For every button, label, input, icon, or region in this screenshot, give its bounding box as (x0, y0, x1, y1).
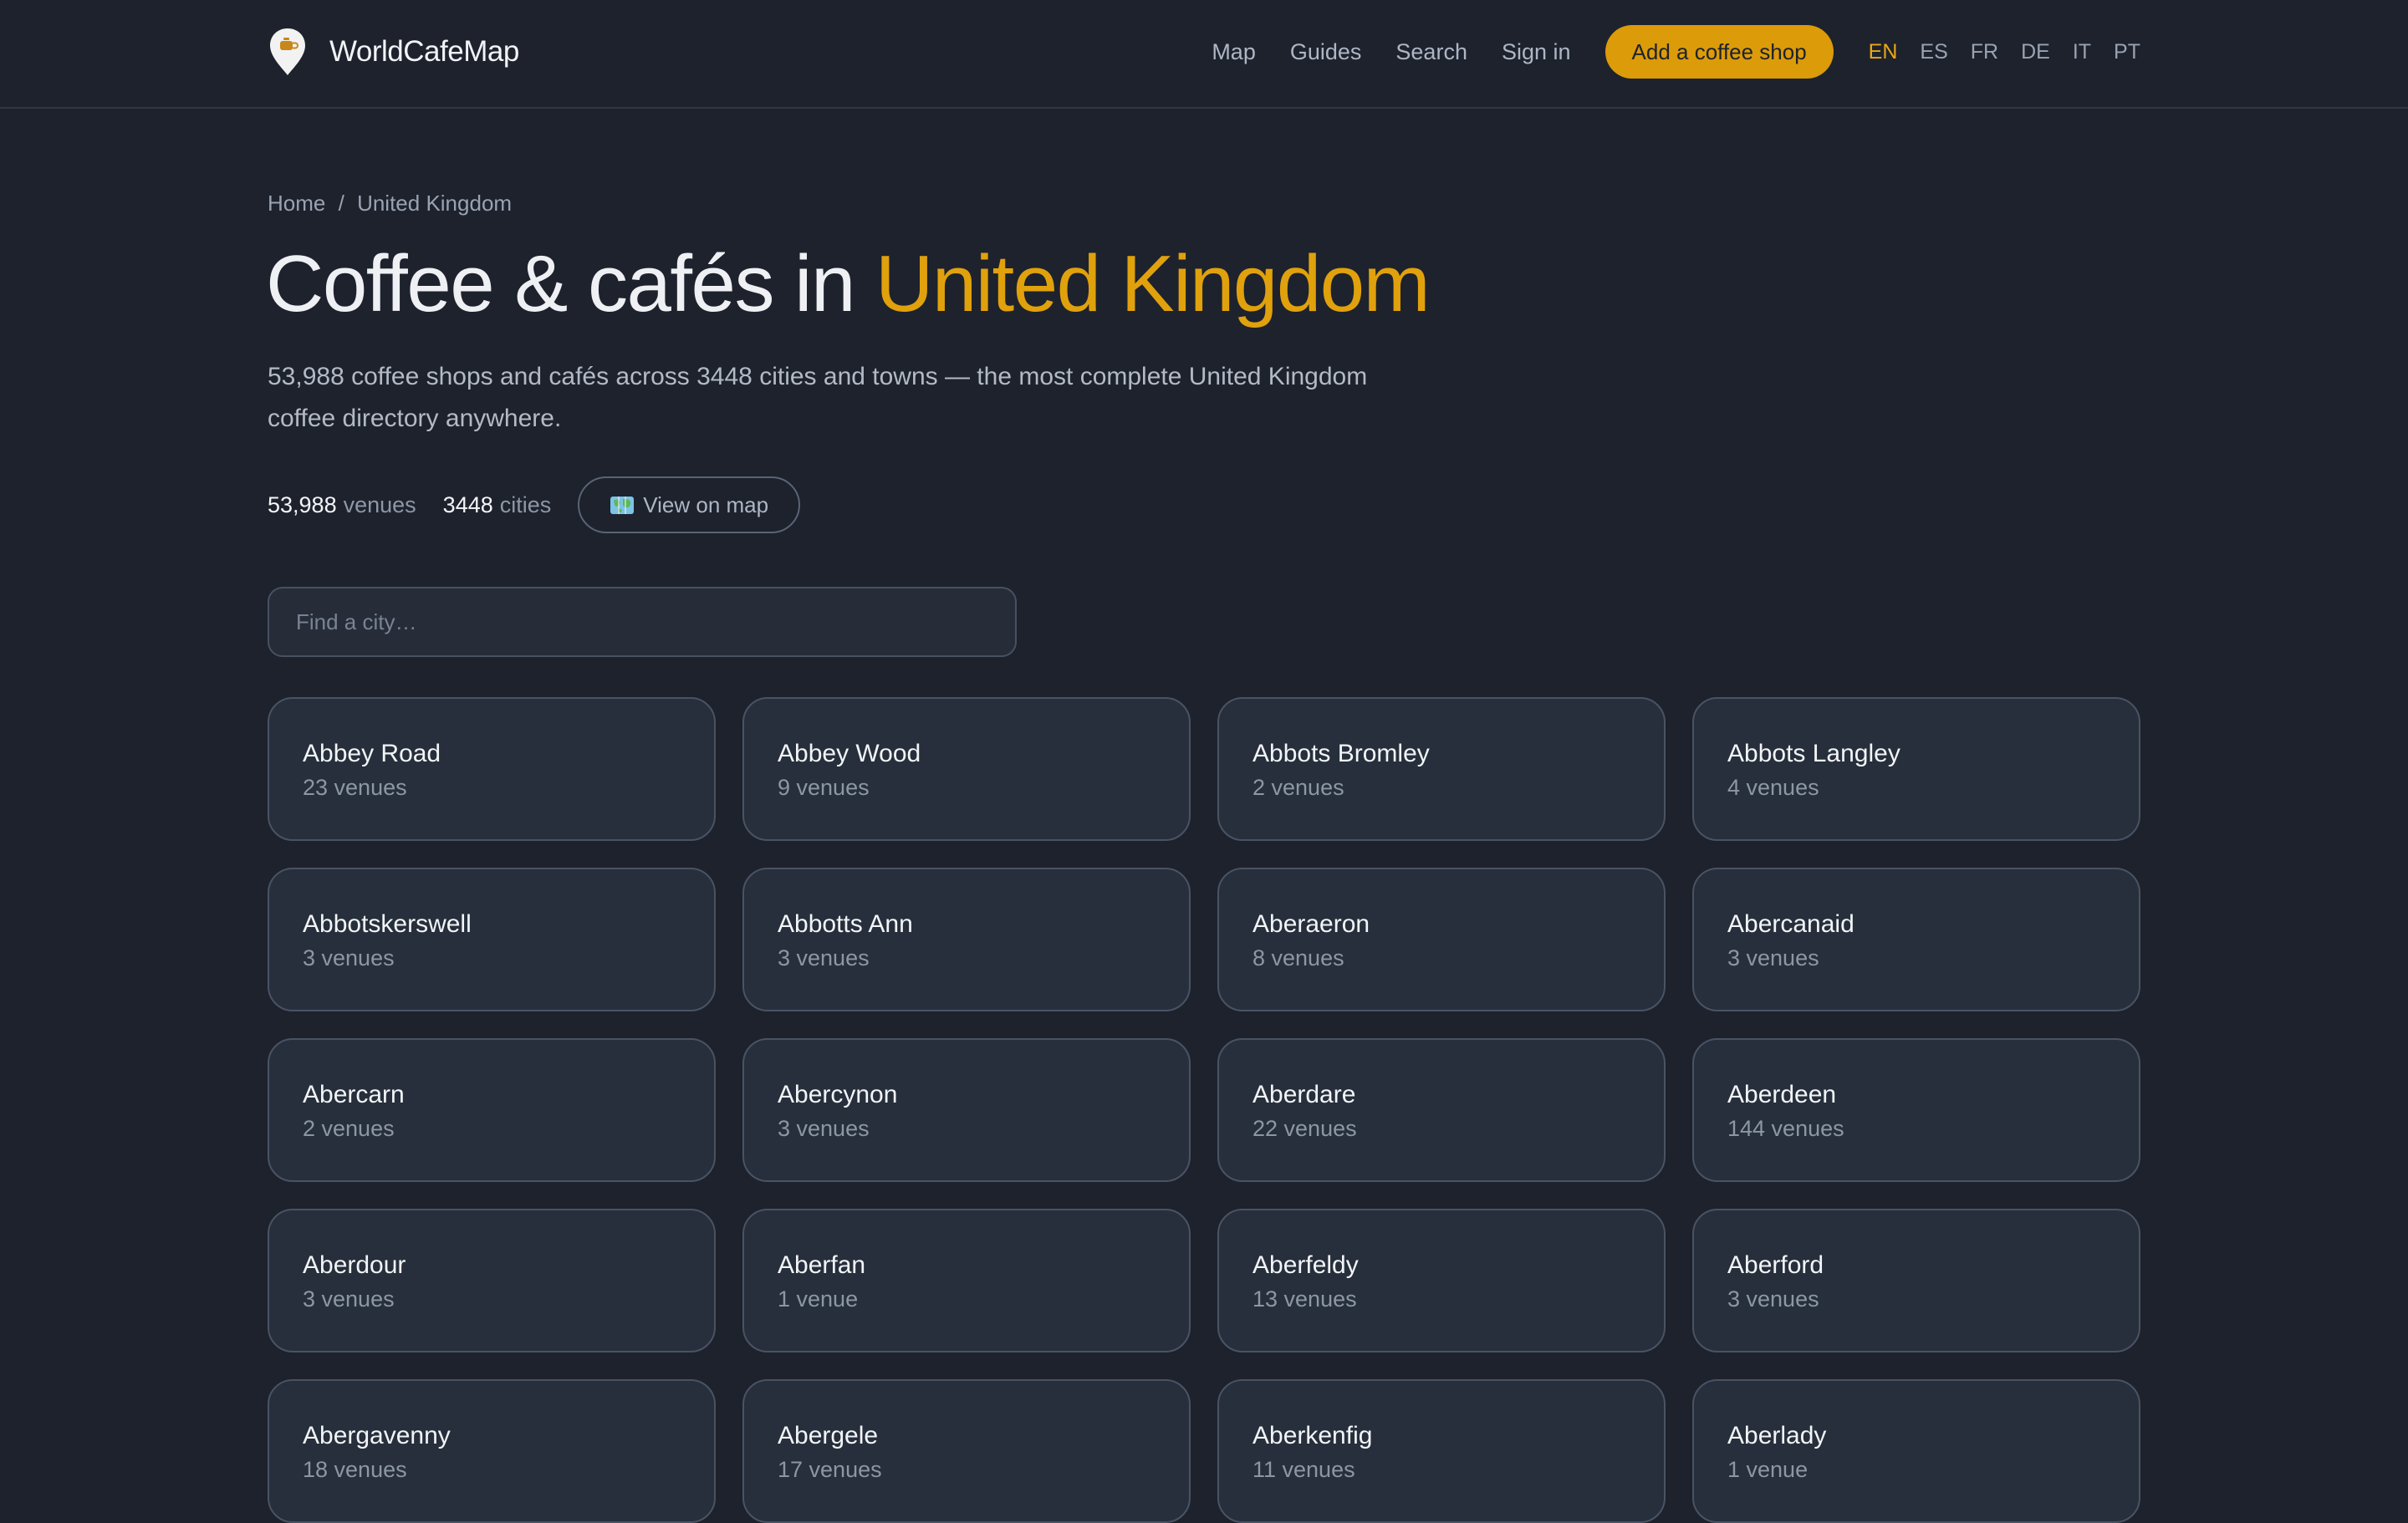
city-venue-count: 3 venues (303, 1286, 395, 1312)
city-venue-count: 3 venues (778, 945, 870, 970)
city-card[interactable]: Aberlady 1 venue (1692, 1379, 2140, 1523)
breadcrumb-current[interactable]: United Kingdom (357, 191, 512, 216)
venues-count: 53,988 (268, 492, 337, 517)
city-venue-count: 2 venues (303, 1116, 395, 1141)
city-card[interactable]: Abbots Langley 4 venues (1692, 697, 2140, 841)
page-subtitle: 53,988 coffee shops and cafés across 344… (268, 363, 1368, 432)
city-card[interactable]: Aberdare 22 venues (1217, 1038, 1666, 1182)
city-name: Abbey Road (303, 740, 441, 767)
view-on-map-button[interactable]: View on map (578, 476, 801, 533)
city-name: Aberfan (778, 1251, 866, 1279)
venues-stat: 53,988 venues (268, 492, 416, 518)
city-card[interactable]: Aberdeen 144 venues (1692, 1038, 2140, 1182)
cities-stat: 3448 cities (443, 492, 552, 518)
city-card[interactable]: Abercarn 2 venues (268, 1038, 716, 1182)
city-venue-count: 22 venues (1252, 1116, 1357, 1141)
language-option-en[interactable]: EN (1869, 40, 1898, 64)
top-navigation-bar: WorldCafeMap Map Guides Search Sign in A… (0, 0, 2408, 109)
language-option-it[interactable]: IT (2073, 40, 2091, 64)
city-name: Abercynon (778, 1081, 898, 1108)
nav-link-search[interactable]: Search (1395, 39, 1467, 65)
language-option-es[interactable]: ES (1920, 40, 1947, 64)
city-name: Abbotts Ann (778, 910, 913, 938)
city-card[interactable]: Aberfeldy 13 venues (1217, 1209, 1666, 1352)
language-option-fr[interactable]: FR (1971, 40, 1998, 64)
city-venue-count: 144 venues (1727, 1116, 1844, 1141)
city-card[interactable]: Abergele 17 venues (742, 1379, 1191, 1523)
city-venue-count: 1 venue (778, 1286, 859, 1312)
stats-row: 53,988 venues 3448 cities View on map (268, 476, 801, 533)
nav-link-guides[interactable]: Guides (1290, 39, 1362, 65)
city-card[interactable]: Abbey Wood 9 venues (742, 697, 1191, 841)
city-venue-count: 1 venue (1727, 1457, 1809, 1482)
city-name: Aberdeen (1727, 1081, 1837, 1108)
city-card[interactable]: Aberfan 1 venue (742, 1209, 1191, 1352)
city-grid: Abbey Road 23 venues Abbey Wood 9 venues A… (268, 697, 2140, 1523)
breadcrumb-separator: / (338, 191, 344, 216)
page-title-prefix: Coffee & cafés in (266, 239, 855, 329)
view-on-map-label: View on map (643, 492, 769, 517)
city-venue-count: 8 venues (1252, 945, 1344, 970)
nav-link-map[interactable]: Map (1212, 39, 1256, 65)
city-venue-count: 9 venues (778, 775, 870, 800)
city-name: Abbots Langley (1727, 740, 1900, 767)
city-search-input[interactable] (268, 587, 1017, 657)
nav-link-sign-in[interactable]: Sign in (1502, 39, 1571, 65)
city-card[interactable]: Abergavenny 18 venues (268, 1379, 716, 1523)
city-name: Aberdour (303, 1251, 406, 1279)
language-switcher: EN ES FR DE IT PT (1869, 40, 2140, 64)
cities-label: cities (499, 492, 552, 517)
city-card[interactable]: Aberaeron 8 venues (1217, 868, 1666, 1011)
city-card[interactable]: Aberdour 3 venues (268, 1209, 716, 1352)
breadcrumb: Home / United Kingdom (268, 191, 512, 216)
map-pin-coffee-logo-icon (270, 28, 305, 75)
city-name: Abbotskerswell (303, 910, 472, 938)
city-name: Abbots Bromley (1252, 740, 1430, 767)
city-name: Aberkenfig (1252, 1422, 1373, 1449)
brand-name: WorldCafeMap (329, 35, 519, 68)
language-option-de[interactable]: DE (2021, 40, 2050, 64)
city-card[interactable]: Abbotskerswell 3 venues (268, 868, 716, 1011)
city-venue-count: 2 venues (1252, 775, 1344, 800)
page-title: Coffee & cafés in United Kingdom (266, 238, 1431, 330)
city-venue-count: 3 venues (1727, 1286, 1819, 1312)
city-venue-count: 11 venues (1252, 1457, 1355, 1482)
city-name: Aberlady (1727, 1422, 1827, 1449)
city-name: Aberaeron (1252, 910, 1370, 938)
city-name: Abercarn (303, 1081, 405, 1108)
city-venue-count: 18 venues (303, 1457, 407, 1482)
city-name: Abercanaid (1727, 910, 1854, 938)
main-nav: Map Guides Search Sign in Add a coffee s… (1212, 25, 2140, 79)
brand-home-link[interactable]: WorldCafeMap (268, 27, 519, 77)
city-name: Aberdare (1252, 1081, 1356, 1108)
city-name: Abbey Wood (778, 740, 921, 767)
breadcrumb-home-link[interactable]: Home (268, 191, 325, 216)
city-venue-count: 3 venues (303, 945, 395, 970)
city-venue-count: 3 venues (778, 1116, 870, 1141)
city-card[interactable]: Abbey Road 23 venues (268, 697, 716, 841)
city-card[interactable]: Abbots Bromley 2 venues (1217, 697, 1666, 841)
city-name: Aberford (1727, 1251, 1824, 1279)
city-name: Abergavenny (303, 1422, 451, 1449)
city-venue-count: 17 venues (778, 1457, 882, 1482)
city-card[interactable]: Aberkenfig 11 venues (1217, 1379, 1666, 1523)
city-card[interactable]: Abercanaid 3 venues (1692, 868, 2140, 1011)
city-name: Aberfeldy (1252, 1251, 1359, 1279)
city-venue-count: 3 venues (1727, 945, 1819, 970)
world-map-icon (610, 497, 635, 514)
cities-count: 3448 (442, 492, 493, 517)
city-venue-count: 4 venues (1727, 775, 1819, 800)
venues-label: venues (343, 492, 416, 517)
city-card[interactable]: Abercynon 3 venues (742, 1038, 1191, 1182)
city-card[interactable]: Aberford 3 venues (1692, 1209, 2140, 1352)
city-card[interactable]: Abbotts Ann 3 venues (742, 868, 1191, 1011)
language-option-pt[interactable]: PT (2114, 40, 2140, 64)
page-title-country: United Kingdom (875, 239, 1431, 329)
city-venue-count: 23 venues (303, 775, 407, 800)
city-venue-count: 13 venues (1252, 1286, 1357, 1312)
city-name: Abergele (778, 1422, 879, 1449)
add-coffee-shop-button[interactable]: Add a coffee shop (1604, 25, 1834, 79)
